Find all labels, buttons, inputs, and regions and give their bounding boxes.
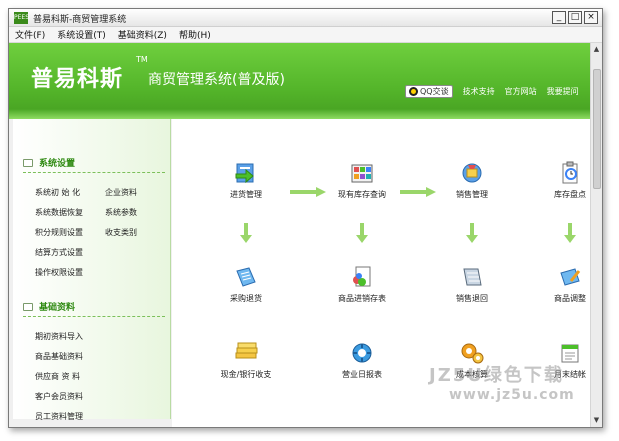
inventory-query-icon: [349, 161, 375, 185]
node-purchase-management[interactable]: 进货管理: [206, 161, 286, 200]
qq-icon: [409, 87, 418, 96]
node-label: 进货管理: [230, 190, 262, 199]
node-label: 营业日报表: [342, 370, 382, 379]
product-subtitle: 商贸管理系统(普及版): [148, 72, 285, 88]
header-strip: [9, 109, 592, 119]
maximize-button[interactable]: □: [568, 11, 582, 24]
node-purchase-return[interactable]: 采购退货: [206, 265, 286, 304]
qq-chat-button[interactable]: QQ交谈: [405, 85, 453, 98]
basic-data-title: 基础资料: [39, 303, 76, 313]
sales-icon: [459, 161, 485, 185]
sidebar-item-employee-data[interactable]: 员工资料管理: [35, 411, 83, 422]
title-bar[interactable]: PEES 普易科斯-商贸管理系统 _ □ ×: [9, 9, 602, 27]
arrow-right-icon: [400, 187, 436, 197]
node-cash-bank[interactable]: 现金/银行收支: [206, 341, 286, 380]
basic-data-header[interactable]: 基础资料: [23, 300, 75, 313]
arrow-down-icon: [356, 223, 368, 243]
arrow-down-icon: [240, 223, 252, 243]
sidebar-item-company-info[interactable]: 企业资料: [105, 187, 137, 198]
node-goods-inout-report[interactable]: 商品进销存表: [322, 265, 402, 304]
node-sales-return[interactable]: 销售退回: [432, 265, 512, 304]
purchase-return-icon: [233, 265, 259, 289]
sidebar-item-settlement-methods[interactable]: 结算方式设置: [35, 247, 83, 258]
qq-chat-label: QQ交谈: [420, 87, 449, 96]
daily-report-icon: [349, 341, 375, 365]
node-sales-management[interactable]: 销售管理: [432, 161, 512, 200]
scroll-down-icon[interactable]: ▼: [592, 416, 601, 425]
sidebar-item-system-params[interactable]: 系统参数: [105, 207, 137, 218]
sidebar: 系统设置 系统初 始 化 企业资料 系统数据恢复 系统参数 积分规则设置 收支类…: [13, 119, 171, 422]
node-daily-report[interactable]: 营业日报表: [322, 341, 402, 380]
scroll-up-icon[interactable]: ▲: [592, 45, 601, 54]
folder-icon: [23, 158, 33, 167]
window-title: 普易科斯-商贸管理系统: [33, 15, 127, 25]
sidebar-item-system-init[interactable]: 系统初 始 化: [35, 187, 80, 198]
node-label: 商品进销存表: [338, 294, 386, 303]
watermark-line-2: www.jz5u.com: [449, 387, 575, 403]
divider: [23, 172, 165, 173]
watermark: JZ5U绿色下载 www.jz5u.com: [429, 361, 575, 403]
purchase-icon: [233, 161, 259, 185]
watermark-line-1: JZ5U绿色下载: [429, 365, 564, 386]
menu-basic-data[interactable]: 基础资料(Z): [118, 28, 167, 41]
stock-report-icon: [349, 265, 375, 289]
arrow-down-icon: [564, 223, 576, 243]
menu-bar: 文件(F) 系统设置(T) 基础资料(Z) 帮助(H): [9, 27, 602, 43]
tech-support-link[interactable]: 技术支持: [463, 86, 495, 97]
sales-return-icon: [459, 265, 485, 289]
node-label: 现有库存查询: [338, 190, 386, 199]
divider: [23, 316, 165, 317]
goods-adjust-icon: [557, 265, 583, 289]
sidebar-item-supplier-data[interactable]: 供应商 资 料: [35, 371, 80, 382]
brand-name: 普易科斯: [31, 67, 124, 92]
app-window: PEES 普易科斯-商贸管理系统 _ □ × 文件(F) 系统设置(T) 基础资…: [8, 8, 603, 428]
cash-bank-icon: [233, 341, 259, 365]
header-banner: 普易科斯 TM 商贸管理系统(普及版) QQ交谈 技术支持 官方网站 我要提问: [9, 43, 592, 109]
system-settings-title: 系统设置: [39, 159, 76, 169]
menu-help[interactable]: 帮助(H): [179, 28, 211, 41]
system-settings-header[interactable]: 系统设置: [23, 156, 75, 169]
ask-question-link[interactable]: 我要提问: [547, 86, 579, 97]
official-site-link[interactable]: 官方网站: [505, 86, 537, 97]
stocktake-icon: [557, 161, 583, 185]
node-label: 销售退回: [456, 294, 488, 303]
node-label: 销售管理: [456, 190, 488, 199]
trademark-mark: TM: [136, 55, 148, 64]
sidebar-item-customer-data[interactable]: 客户会员资料: [35, 391, 83, 402]
node-label: 现金/银行收支: [220, 370, 272, 379]
node-label: 采购退货: [230, 294, 262, 303]
menu-file[interactable]: 文件(F): [15, 28, 45, 41]
menu-system-settings[interactable]: 系统设置(T): [57, 28, 106, 41]
close-button[interactable]: ×: [584, 11, 598, 24]
sidebar-item-income-expense-types[interactable]: 收支类别: [105, 227, 137, 238]
sidebar-item-opening-import[interactable]: 期初资料导入: [35, 331, 83, 342]
sidebar-item-goods-data[interactable]: 商品基础资料: [35, 351, 83, 362]
sidebar-item-data-restore[interactable]: 系统数据恢复: [35, 207, 83, 218]
arrow-right-icon: [290, 187, 326, 197]
scroll-thumb[interactable]: [593, 69, 601, 189]
minimize-button[interactable]: _: [552, 11, 566, 24]
sidebar-item-points-rules[interactable]: 积分规则设置: [35, 227, 83, 238]
folder-icon: [23, 302, 33, 311]
arrow-down-icon: [466, 223, 478, 243]
sidebar-item-permissions[interactable]: 操作权限设置: [35, 267, 83, 278]
app-logo-icon: PEES: [14, 12, 29, 24]
node-inventory-query[interactable]: 现有库存查询: [322, 161, 402, 200]
vertical-scrollbar[interactable]: ▲ ▼: [590, 43, 602, 427]
